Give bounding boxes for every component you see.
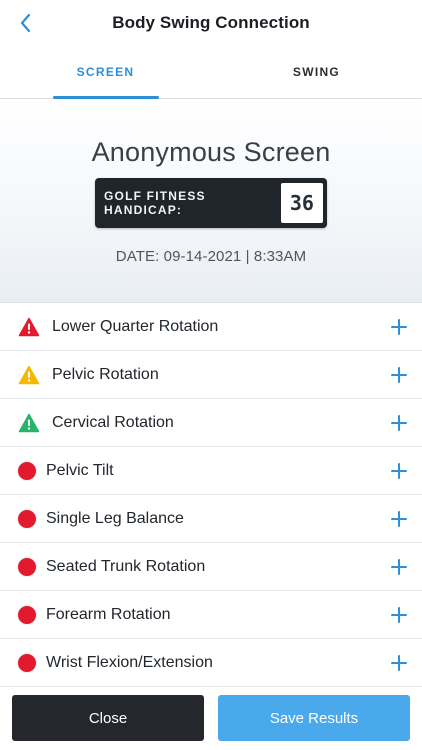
list-item-wrist-flexion-extension[interactable]: Wrist Flexion/Extension [0, 639, 422, 687]
plus-icon [391, 510, 407, 527]
item-label: Single Leg Balance [46, 509, 184, 527]
expand-button[interactable] [376, 352, 422, 398]
expand-button[interactable] [376, 640, 422, 686]
item-label: Pelvic Tilt [46, 461, 114, 479]
plus-icon [391, 366, 407, 383]
plus-icon [391, 318, 407, 335]
expand-button[interactable] [376, 496, 422, 542]
expand-button[interactable] [376, 304, 422, 350]
plus-icon [391, 462, 407, 479]
plus-icon [391, 654, 407, 671]
list-item-cervical-rotation[interactable]: Cervical Rotation [0, 399, 422, 447]
red-dot-icon [18, 653, 36, 672]
expand-button[interactable] [376, 448, 422, 494]
list-item-lower-quarter-rotation[interactable]: Lower Quarter Rotation [0, 303, 422, 351]
handicap-badge: GOLF FITNESS HANDICAP: 36 [95, 178, 327, 228]
red-dot-icon [18, 461, 36, 480]
back-button[interactable] [14, 10, 36, 36]
list-item-pelvic-rotation[interactable]: Pelvic Rotation [0, 351, 422, 399]
item-label: Seated Trunk Rotation [46, 557, 206, 575]
tab-screen[interactable]: SCREEN [0, 46, 211, 98]
plus-icon [391, 414, 407, 431]
tab-swing[interactable]: SWING [211, 46, 422, 98]
item-label: Pelvic Rotation [52, 365, 159, 383]
page-title: Body Swing Connection [112, 13, 310, 32]
list-item-pelvic-tilt[interactable]: Pelvic Tilt [0, 447, 422, 495]
list-item-forearm-rotation[interactable]: Forearm Rotation [0, 591, 422, 639]
handicap-label: GOLF FITNESS HANDICAP: [104, 189, 206, 217]
chevron-left-icon [20, 13, 31, 33]
screen-summary: Anonymous Screen GOLF FITNESS HANDICAP: … [0, 99, 422, 303]
red-dot-icon [18, 509, 36, 528]
footer-actions: Close Save Results [0, 686, 422, 750]
header-bar: Body Swing Connection [0, 0, 422, 46]
tab-bar: SCREEN SWING [0, 46, 422, 99]
item-label: Wrist Flexion/Extension [46, 653, 213, 671]
app-screen: Body Swing Connection SCREEN SWING Anony… [0, 0, 422, 750]
warning-triangle-icon [18, 317, 40, 336]
warning-triangle-icon [18, 365, 40, 384]
test-list: Lower Quarter Rotation Pelvic Rotation C… [0, 303, 422, 687]
screen-title: Anonymous Screen [91, 137, 331, 167]
item-label: Lower Quarter Rotation [52, 317, 219, 335]
handicap-value: 36 [280, 183, 323, 223]
plus-icon [391, 558, 407, 575]
expand-button[interactable] [376, 592, 422, 638]
red-dot-icon [18, 557, 36, 576]
item-label: Cervical Rotation [52, 413, 174, 431]
expand-button[interactable] [376, 400, 422, 446]
close-button[interactable]: Close [12, 695, 204, 741]
screen-date: DATE: 09-14-2021 | 8:33AM [115, 248, 307, 265]
active-tab-indicator [53, 96, 159, 99]
item-label: Forearm Rotation [46, 605, 171, 623]
warning-triangle-icon [18, 413, 40, 432]
red-dot-icon [18, 605, 36, 624]
expand-button[interactable] [376, 544, 422, 590]
list-item-single-leg-balance[interactable]: Single Leg Balance [0, 495, 422, 543]
plus-icon [391, 606, 407, 623]
save-results-button[interactable]: Save Results [218, 695, 410, 741]
list-item-seated-trunk-rotation[interactable]: Seated Trunk Rotation [0, 543, 422, 591]
